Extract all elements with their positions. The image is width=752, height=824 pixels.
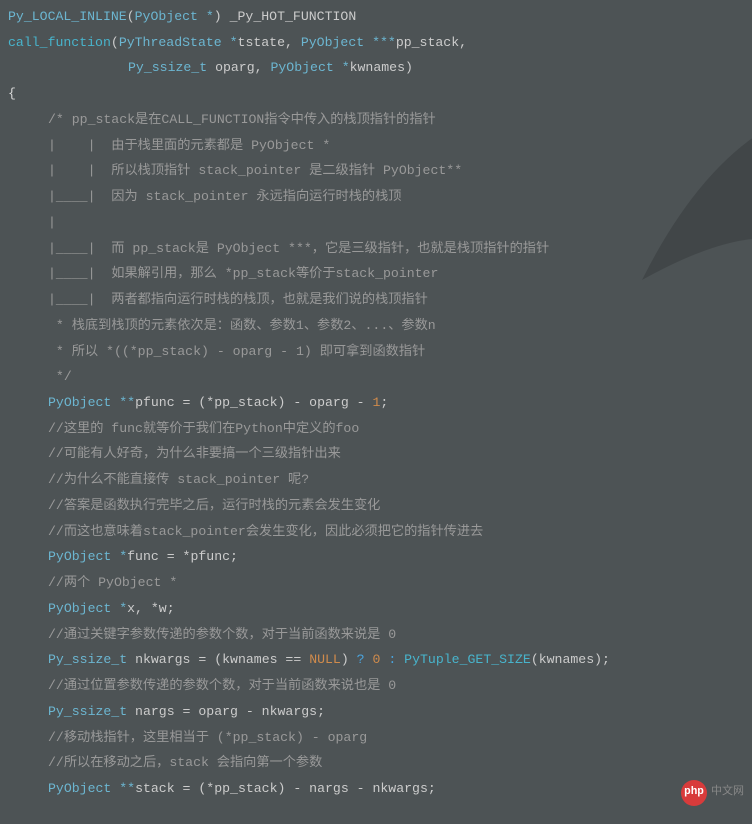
php-logo-icon: php: [681, 780, 707, 806]
comment-line: //可能有人好奇，为什么非要搞一个三级指针出来: [8, 441, 744, 467]
comment-line: | | 由于栈里面的元素都是 PyObject *: [8, 133, 744, 159]
code-pfunc-decl: PyObject **pfunc = (*pp_stack) - oparg -…: [8, 390, 744, 416]
comment-line: //所以在移动之后，stack 会指向第一个参数: [8, 750, 744, 776]
comment-line: //通过位置参数传递的参数个数，对于当前函数来说也是 0: [8, 673, 744, 699]
signature-line-2: call_function(PyThreadState *tstate, PyO…: [8, 30, 744, 56]
comment-line: | | 所以栈顶指针 stack_pointer 是二级指针 PyObject*…: [8, 158, 744, 184]
comment-line: |____| 两者都指向运行时栈的栈顶，也就是我们说的栈顶指针: [8, 287, 744, 313]
comment-line: //而这也意味着stack_pointer会发生变化，因此必须把它的指针传进去: [8, 519, 744, 545]
code-nkwargs-decl: Py_ssize_t nkwargs = (kwnames == NULL) ?…: [8, 647, 744, 673]
code-xw-decl: PyObject *x, *w;: [8, 596, 744, 622]
open-brace: {: [8, 81, 744, 107]
code-block: Py_LOCAL_INLINE(PyObject *) _Py_HOT_FUNC…: [8, 4, 744, 802]
comment-line: |____| 而 pp_stack是 PyObject ***，它是三级指针，也…: [8, 236, 744, 262]
comment-line: |____| 如果解引用，那么 *pp_stack等价于stack_pointe…: [8, 261, 744, 287]
comment-line: //这里的 func就等价于我们在Python中定义的foo: [8, 416, 744, 442]
comment-line: //为什么不能直接传 stack_pointer 呢?: [8, 467, 744, 493]
comment-line: //通过关键字参数传递的参数个数，对于当前函数来说是 0: [8, 622, 744, 648]
comment-line: |____| 因为 stack_pointer 永远指向运行时栈的栈顶: [8, 184, 744, 210]
signature-line-3: Py_ssize_t oparg, PyObject *kwnames): [8, 55, 744, 81]
comment-line: /* pp_stack是在CALL_FUNCTION指令中传入的栈顶指针的指针: [8, 107, 744, 133]
comment-line: * 所以 *((*pp_stack) - oparg - 1) 即可拿到函数指针: [8, 339, 744, 365]
comment-line: //两个 PyObject *: [8, 570, 744, 596]
code-nargs-decl: Py_ssize_t nargs = oparg - nkwargs;: [8, 699, 744, 725]
comment-line: //答案是函数执行完毕之后，运行时栈的元素会发生变化: [8, 493, 744, 519]
comment-line: |: [8, 210, 744, 236]
comment-line: * 栈底到栈顶的元素依次是：函数、参数1、参数2、...、参数n: [8, 313, 744, 339]
comment-line: //移动栈指针，这里相当于 (*pp_stack) - oparg: [8, 725, 744, 751]
watermark-text: 中文网: [711, 782, 744, 803]
code-func-decl: PyObject *func = *pfunc;: [8, 544, 744, 570]
code-stack-decl: PyObject **stack = (*pp_stack) - nargs -…: [8, 776, 744, 802]
comment-line: */: [8, 364, 744, 390]
signature-line-1: Py_LOCAL_INLINE(PyObject *) _Py_HOT_FUNC…: [8, 4, 744, 30]
watermark: php 中文网: [681, 780, 744, 806]
